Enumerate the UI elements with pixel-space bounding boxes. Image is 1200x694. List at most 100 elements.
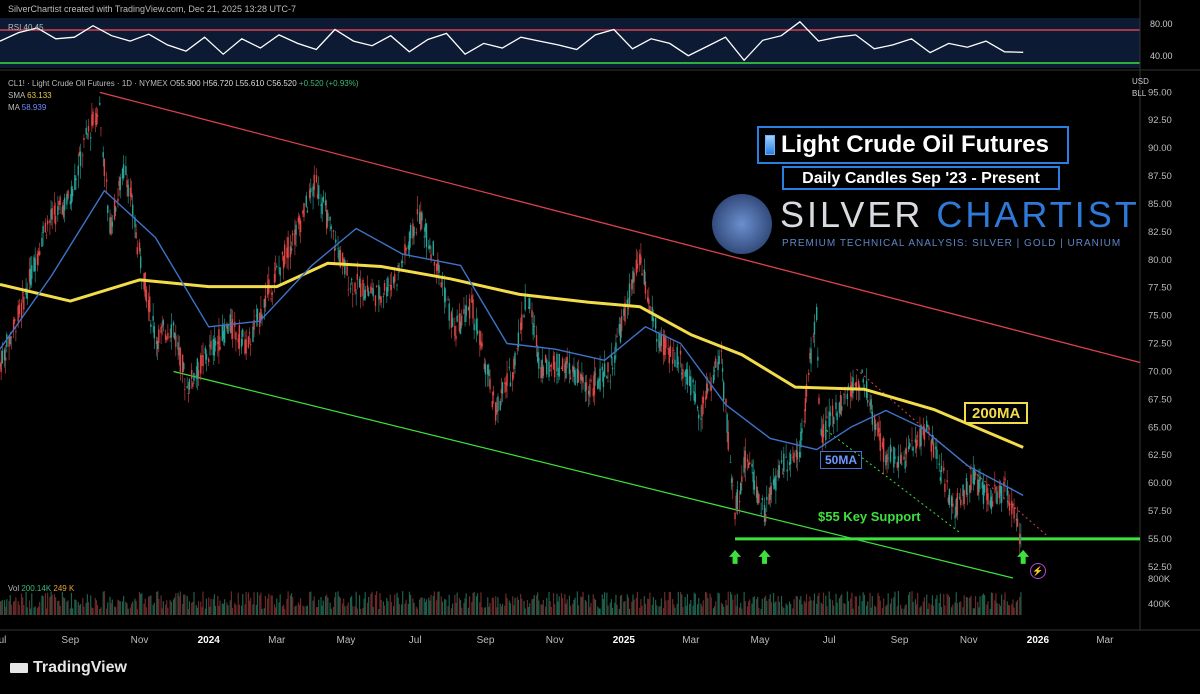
volume-bar: [230, 591, 233, 615]
volume-bar: [450, 608, 453, 615]
volume-bar: [421, 597, 423, 615]
support-arrow-icon: [729, 549, 742, 564]
volume-bar: [321, 605, 323, 615]
candle-body: [585, 382, 588, 391]
volume-bar: [990, 592, 993, 615]
volume-bar: [804, 602, 806, 615]
chart-title-box: Light Crude Oil Futures: [757, 126, 1069, 164]
candle-body: [633, 272, 635, 282]
volume-bar: [721, 604, 724, 615]
candle-body: [808, 372, 810, 376]
volume-bar: [667, 600, 669, 615]
volume-bar: [13, 601, 15, 615]
volume-bar: [761, 598, 763, 615]
volume-bar: [481, 607, 483, 615]
chart-stage: 80.00 40.00 95.00 92.50 90.00 87.50 85.00 82.50…: [0, 0, 1200, 689]
volume-bar: [648, 599, 650, 615]
volume-bar: [775, 601, 777, 615]
volume-bar: [135, 600, 137, 615]
volume-bar: [227, 605, 229, 615]
candle-body: [71, 188, 74, 197]
volume-bar: [20, 593, 23, 615]
volume-bar: [689, 603, 691, 615]
volume-bar: [641, 605, 643, 615]
volume-bar: [496, 607, 498, 615]
volume-bar: [989, 608, 991, 615]
candle-body: [63, 197, 66, 211]
symbol-legend[interactable]: CL1! · Light Crude Oil Futures · 1D · NY…: [8, 78, 359, 114]
candle-body: [20, 302, 23, 318]
candle-body: [138, 242, 141, 252]
candle-body: [85, 127, 87, 135]
volume-bar: [174, 597, 176, 615]
candle-body: [219, 346, 221, 350]
oil-barrel-icon: [765, 135, 775, 155]
candle-body: [927, 425, 929, 427]
candle-body: [429, 244, 431, 250]
volume-bar: [580, 596, 582, 615]
volume-bar: [607, 605, 609, 615]
volume-bar: [69, 608, 71, 615]
candle-body: [652, 318, 655, 322]
candle-body: [51, 208, 53, 220]
volume-bar: [352, 606, 354, 615]
volume-bar: [939, 593, 941, 615]
tradingview-logo-icon: [10, 662, 28, 673]
candle-body: [249, 344, 252, 345]
candle-body: [170, 324, 172, 338]
ma-value: 58.939: [21, 103, 47, 112]
tradingview-brand[interactable]: TradingView: [10, 659, 127, 677]
time-tick-label: Mar: [682, 635, 700, 646]
volume-bar: [514, 597, 516, 615]
candle-body: [208, 358, 210, 363]
candle-body: [732, 485, 734, 487]
volume-bar: [461, 607, 463, 615]
price-scale-unit[interactable]: USD BLL: [1132, 77, 1160, 98]
candle-body: [499, 400, 501, 410]
logo-mark-icon: [712, 194, 772, 254]
volume-bar: [839, 595, 842, 615]
candle-body: [468, 298, 471, 319]
price-tick-label: 62.50: [1148, 450, 1172, 461]
volume-bar: [709, 593, 711, 615]
candle-body: [741, 476, 743, 483]
rsi-tick-label: 80.00: [1150, 19, 1173, 29]
volume-bar: [692, 605, 694, 615]
volume-label: Vol: [8, 584, 20, 593]
rsi-tick-label: 40.00: [1150, 51, 1173, 61]
volume-bar: [338, 596, 340, 615]
candle-body: [905, 448, 908, 455]
volume-bar: [500, 606, 502, 615]
candle-body: [455, 335, 457, 340]
volume-bar: [51, 594, 53, 615]
volume-bar: [548, 591, 550, 615]
volume-bar: [679, 591, 682, 615]
volume-bar: [702, 600, 704, 615]
candle-body: [764, 514, 767, 522]
candle-body: [879, 433, 881, 451]
volume-bar: [375, 591, 378, 615]
volume-bar: [763, 597, 766, 615]
volume-bar: [436, 600, 438, 615]
lightning-icon[interactable]: ⚡: [1030, 563, 1046, 579]
candle-body: [346, 265, 348, 276]
candle-body: [568, 362, 571, 374]
candle-body: [542, 367, 545, 376]
volume-bar: [347, 602, 349, 615]
candle-body: [1011, 500, 1013, 515]
volume-bar: [911, 591, 913, 615]
volume-bar: [416, 608, 419, 615]
volume-bar: [1015, 601, 1017, 615]
candle-body: [512, 372, 514, 381]
volume-bar: [96, 605, 99, 615]
volume-bar: [491, 597, 493, 615]
price-tick-label: 82.50: [1148, 227, 1172, 238]
candle-body: [349, 288, 352, 290]
volume-bar: [136, 608, 138, 615]
candle-body: [831, 405, 834, 417]
time-tick-label: May: [337, 635, 356, 646]
volume-bar: [289, 595, 291, 615]
candle-body: [692, 379, 694, 383]
candle-body: [271, 292, 273, 295]
volume-bar: [355, 591, 357, 615]
